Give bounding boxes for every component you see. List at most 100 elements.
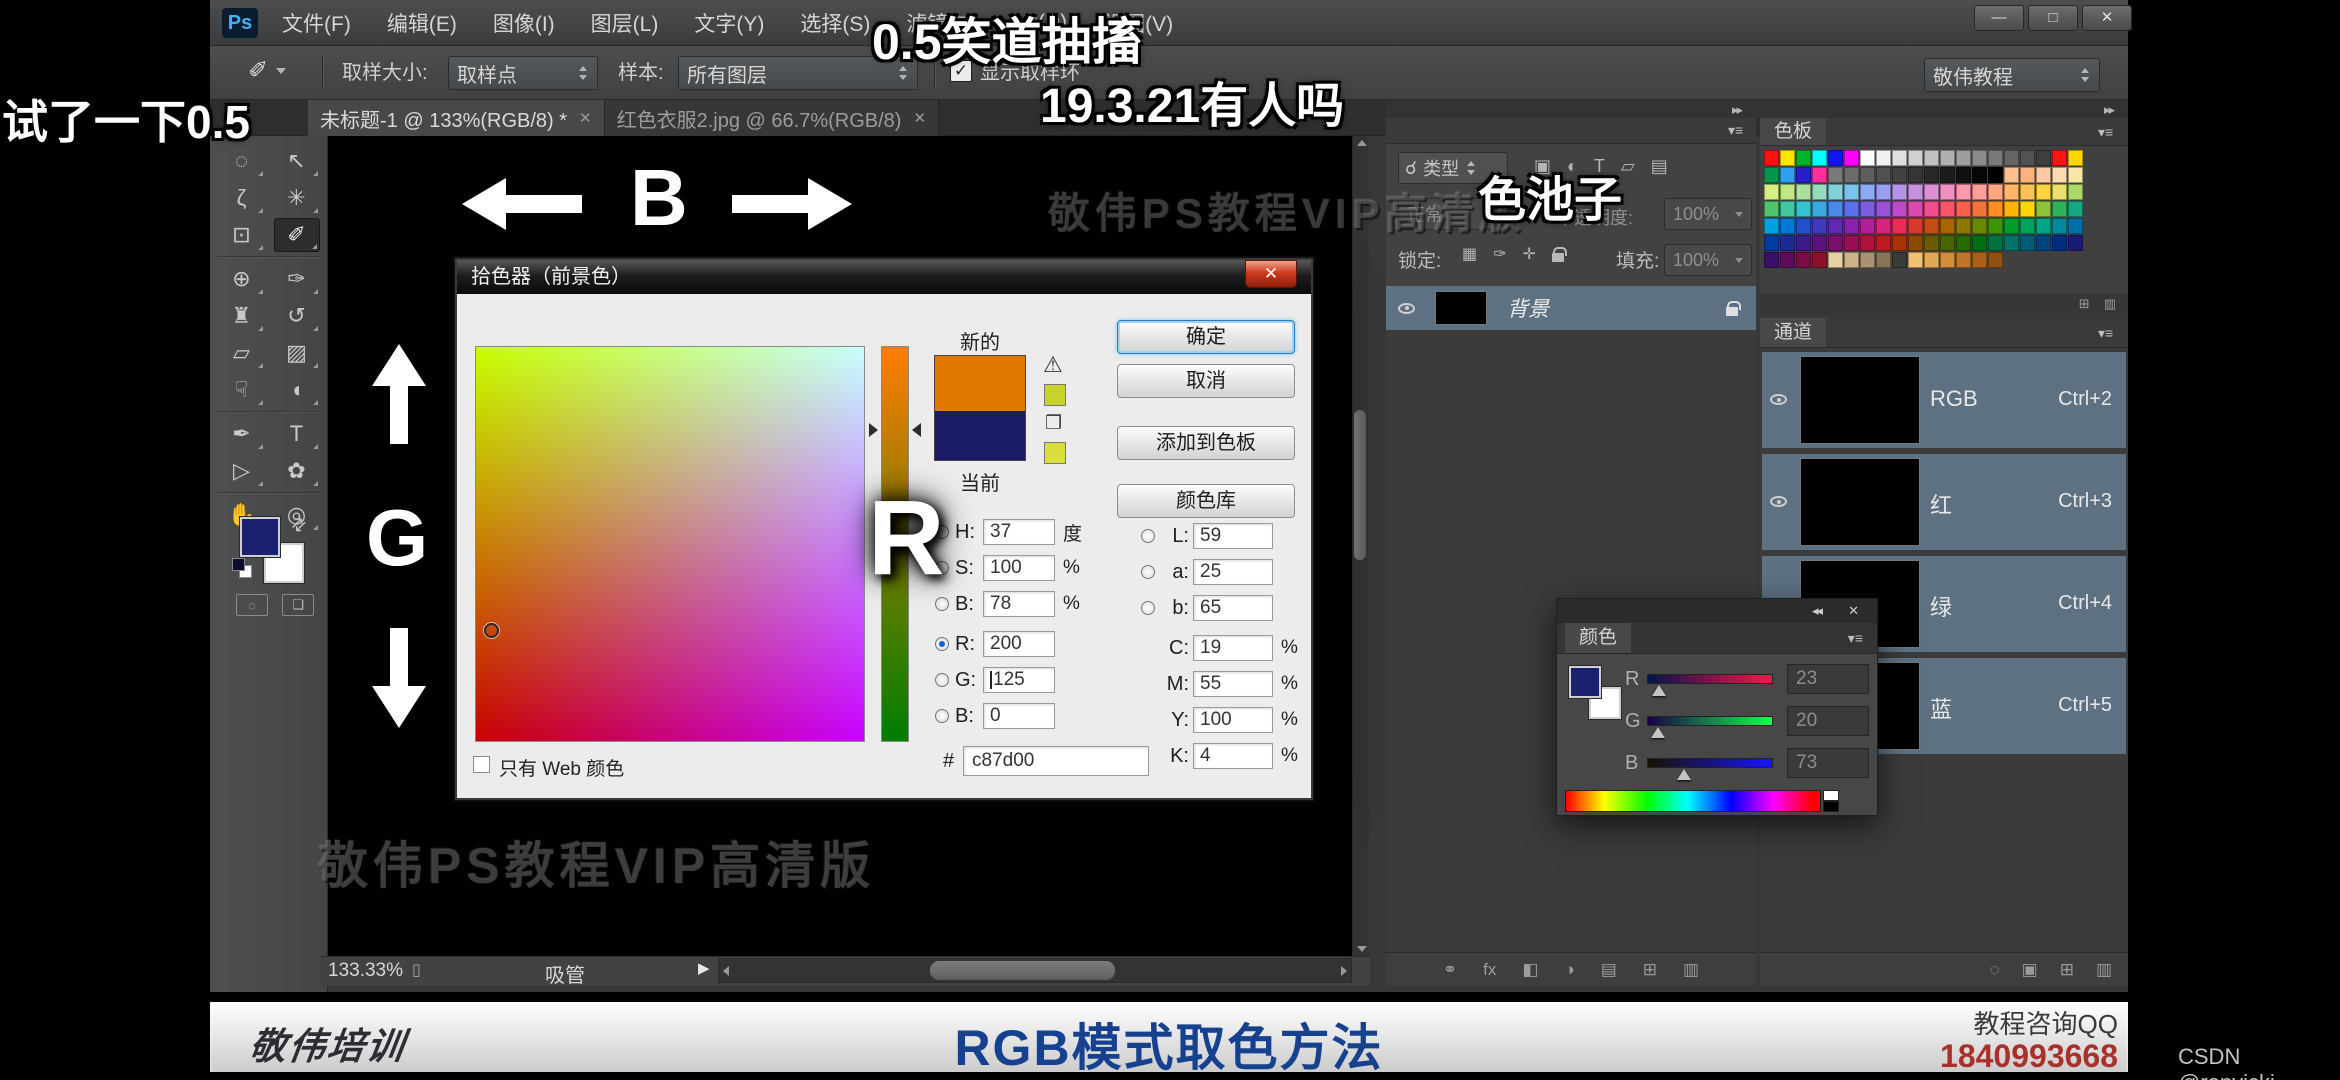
- opacity-select[interactable]: 100%: [1664, 198, 1752, 230]
- swatch[interactable]: [1796, 184, 1811, 200]
- swatch[interactable]: [1812, 201, 1827, 217]
- default-colors-icon[interactable]: [232, 558, 252, 578]
- field-input-G[interactable]: 125: [983, 667, 1055, 693]
- maximize-button[interactable]: □: [2028, 5, 2078, 31]
- collapse-panels-icon[interactable]: ▸▸: [2104, 102, 2115, 118]
- channel-row-红[interactable]: 红 Ctrl+3: [1762, 454, 2126, 550]
- tab-color[interactable]: 颜色: [1565, 623, 1632, 653]
- color-libraries-button[interactable]: 颜色库: [1117, 484, 1295, 518]
- swatch[interactable]: [1796, 167, 1811, 183]
- delete-swatch-icon[interactable]: ▥: [2104, 296, 2116, 312]
- layer-style-icon[interactable]: fx: [1483, 960, 1496, 980]
- sample-size-select[interactable]: 取样点: [448, 56, 598, 90]
- radio-G[interactable]: [935, 673, 949, 687]
- swatch[interactable]: [1812, 150, 1827, 166]
- smudge-tool[interactable]: ☟: [219, 373, 265, 407]
- swatch[interactable]: [1972, 167, 1987, 183]
- ok-button[interactable]: 确定: [1117, 320, 1295, 354]
- swatch[interactable]: [2004, 150, 2019, 166]
- swatch[interactable]: [1988, 218, 2003, 234]
- swatch[interactable]: [1860, 252, 1875, 268]
- swatch[interactable]: [1844, 252, 1859, 268]
- swatch[interactable]: [1780, 184, 1795, 200]
- swatch[interactable]: [2020, 201, 2035, 217]
- radio-L[interactable]: [1141, 529, 1155, 543]
- swatch[interactable]: [1828, 218, 1843, 234]
- radio-R[interactable]: [935, 637, 949, 651]
- swatch[interactable]: [1764, 201, 1779, 217]
- field-input-H[interactable]: 37: [983, 519, 1055, 545]
- swatch[interactable]: [1764, 167, 1779, 183]
- scroll-left-icon[interactable]: [723, 966, 729, 976]
- color-field-cursor[interactable]: [484, 623, 499, 638]
- status-arrow-icon[interactable]: ▶: [698, 959, 710, 977]
- swatch[interactable]: [1876, 235, 1891, 251]
- slider-handle[interactable]: [1676, 769, 1691, 780]
- swatch[interactable]: [2036, 235, 2051, 251]
- path-select-tool[interactable]: ▷: [219, 454, 265, 488]
- swatch[interactable]: [1956, 184, 1971, 200]
- gamut-warning-icon[interactable]: ⚠: [1043, 352, 1063, 378]
- swatch[interactable]: [1988, 184, 2003, 200]
- swatch[interactable]: [1780, 167, 1795, 183]
- swatch[interactable]: [1972, 218, 1987, 234]
- swatch[interactable]: [1940, 201, 1955, 217]
- swatch[interactable]: [1860, 201, 1875, 217]
- web-only-checkbox[interactable]: [473, 756, 490, 773]
- panel-menu-icon[interactable]: ▾≡: [1848, 630, 1863, 647]
- delete-channel-icon[interactable]: ▥: [2096, 960, 2112, 980]
- crop-tool[interactable]: ⊡: [219, 218, 265, 252]
- swatch[interactable]: [1892, 184, 1907, 200]
- swatch[interactable]: [2052, 184, 2067, 200]
- gradient-tool[interactable]: ▨: [274, 336, 320, 370]
- healing-brush-tool[interactable]: ⊕: [219, 262, 265, 296]
- cancel-button[interactable]: 取消: [1117, 364, 1295, 398]
- lock-transparency-icon[interactable]: ▦: [1462, 244, 1477, 264]
- hue-slider-handle[interactable]: [869, 423, 878, 437]
- swatch[interactable]: [1812, 235, 1827, 251]
- swatch[interactable]: [2036, 218, 2051, 234]
- magic-wand-tool[interactable]: ✳: [274, 181, 320, 215]
- swatch[interactable]: [1940, 235, 1955, 251]
- swatch[interactable]: [1796, 218, 1811, 234]
- field-input-S[interactable]: 100: [983, 555, 1055, 581]
- swatch[interactable]: [2036, 201, 2051, 217]
- document-info-icon[interactable]: ▯: [412, 960, 421, 980]
- swatch[interactable]: [1828, 235, 1843, 251]
- swatch[interactable]: [1828, 252, 1843, 268]
- swatch[interactable]: [1940, 184, 1955, 200]
- swatch[interactable]: [1908, 218, 1923, 234]
- swatch[interactable]: [2036, 184, 2051, 200]
- swatch[interactable]: [2036, 150, 2051, 166]
- swatch[interactable]: [1780, 201, 1795, 217]
- filter-shape-icon[interactable]: ▱: [1621, 156, 1635, 177]
- swatch[interactable]: [2020, 184, 2035, 200]
- swatch[interactable]: [2068, 184, 2083, 200]
- web-safe-swatch[interactable]: [1044, 442, 1066, 464]
- field-input-Y[interactable]: 100: [1193, 707, 1273, 733]
- swatch[interactable]: [1892, 235, 1907, 251]
- scroll-down-icon[interactable]: [1357, 946, 1367, 952]
- vertical-scroll-thumb[interactable]: [1354, 410, 1366, 560]
- swatch[interactable]: [1972, 184, 1987, 200]
- swatch[interactable]: [1940, 150, 1955, 166]
- clone-stamp-tool[interactable]: ♜: [219, 299, 265, 333]
- swatch[interactable]: [2052, 167, 2067, 183]
- move-tool[interactable]: ↖: [274, 144, 320, 178]
- swatch[interactable]: [1908, 252, 1923, 268]
- swatch[interactable]: [1780, 218, 1795, 234]
- swatch[interactable]: [1828, 150, 1843, 166]
- lock-all-icon[interactable]: [1551, 246, 1567, 262]
- visibility-eye-icon[interactable]: [1770, 494, 1787, 512]
- type-tool[interactable]: T: [274, 417, 320, 451]
- collapse-panels-icon[interactable]: ▸▸: [1732, 102, 1743, 118]
- filter-smart-object-icon[interactable]: ▤: [1651, 156, 1668, 177]
- shape-tool[interactable]: ✿: [274, 454, 320, 488]
- field-input-a[interactable]: 25: [1193, 559, 1273, 585]
- close-button[interactable]: ✕: [2082, 5, 2132, 31]
- swatch[interactable]: [1780, 235, 1795, 251]
- swatch[interactable]: [1988, 252, 2003, 268]
- tab-close-icon[interactable]: ✕: [913, 109, 926, 127]
- tab-swatches[interactable]: 色板: [1760, 118, 1827, 145]
- swatch[interactable]: [2004, 167, 2019, 183]
